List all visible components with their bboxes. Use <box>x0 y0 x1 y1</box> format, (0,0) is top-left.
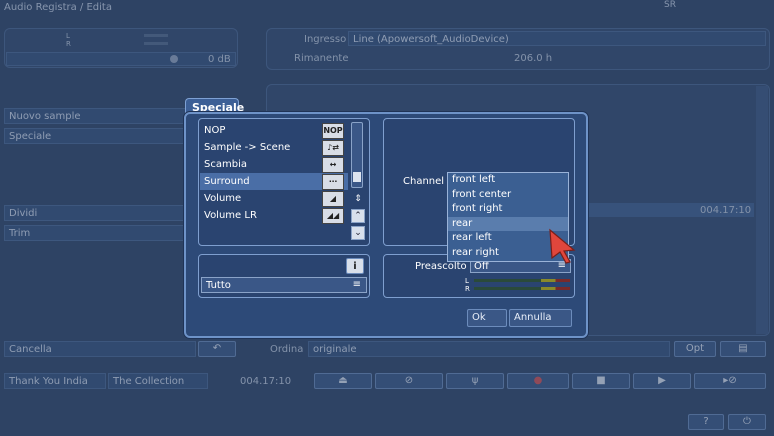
effect-label: Volume <box>204 193 242 204</box>
scope-value: Tutto <box>206 280 231 291</box>
meter-R-label: R <box>465 285 470 293</box>
sample-scene-icon: ♪⇄ <box>322 140 344 156</box>
exit-button[interactable]: ⏻ <box>728 414 766 430</box>
effect-label: NOP <box>204 125 226 136</box>
time-display: 004.17:10 <box>240 376 292 387</box>
row-time: 004.17:10 <box>700 205 752 216</box>
preview-label: Preascolto <box>415 261 467 272</box>
effect-label: Volume LR <box>204 210 257 221</box>
list-scrollbar[interactable] <box>756 86 768 334</box>
meter-bar-L <box>474 279 570 282</box>
info-icon: i <box>353 261 357 272</box>
stop-button[interactable]: ■ <box>572 373 630 389</box>
mic-button[interactable]: ψ <box>446 373 504 389</box>
db-value: 0 dB <box>208 54 231 65</box>
mouse-cursor-icon <box>549 228 576 264</box>
input-select[interactable]: Line (Apowersoft_AudioDevice) <box>348 31 766 46</box>
effect-item-volume[interactable]: Volume ◢ <box>200 190 348 207</box>
slider-knob-icon[interactable] <box>170 55 178 63</box>
channel-option-front-right[interactable]: front right <box>448 202 568 217</box>
remaining-label: Rimanente <box>294 53 349 64</box>
remaining-value: 206.0 h <box>514 53 553 64</box>
effect-item-scambia[interactable]: Scambia ↔ <box>200 156 348 173</box>
effect-label: Scambia <box>204 159 247 170</box>
channel-option-front-center[interactable]: front center <box>448 188 568 203</box>
ok-button[interactable]: Ok <box>467 309 507 327</box>
meter-bar-R <box>474 287 570 290</box>
info-button[interactable]: i <box>346 258 364 274</box>
opt-button[interactable]: Opt <box>674 341 716 357</box>
swap-icon: ↔ <box>322 157 344 173</box>
level-meter-bar-R <box>144 42 168 45</box>
window-top-right-label: SR <box>664 0 676 10</box>
help-button[interactable]: ? <box>688 414 724 430</box>
volume-lr-icon: ◢◢ <box>322 208 344 224</box>
window-title: Audio Registra / Edita <box>4 2 112 13</box>
sort-select[interactable]: originale <box>308 341 670 357</box>
level-meter-bar-L <box>144 34 168 37</box>
play-options-button[interactable]: ▸⊘ <box>694 373 766 389</box>
album-name: The Collection <box>108 373 208 389</box>
meter-L-label: L <box>465 277 469 285</box>
track-title: Thank You India <box>4 373 106 389</box>
scroll-up-button[interactable]: ⌃ <box>351 209 365 223</box>
volume-icon: ◢ <box>322 191 344 207</box>
preview-value: Off <box>474 261 489 272</box>
print-button[interactable]: ▤ <box>720 341 766 357</box>
play-button[interactable]: ▶ <box>633 373 691 389</box>
level-R-label: R <box>66 40 71 48</box>
no-record-button[interactable]: ⊘ <box>375 373 443 389</box>
eject-button[interactable]: ⏏ <box>314 373 372 389</box>
sort-label: Ordina <box>270 344 304 355</box>
effect-item-nop[interactable]: NOP NOP <box>200 122 348 139</box>
effect-item-sample-scene[interactable]: Sample -> Scene ♪⇄ <box>200 139 348 156</box>
effect-item-surround[interactable]: Surround ⋯ <box>200 173 348 190</box>
cancel-field[interactable]: Cancella <box>4 341 196 357</box>
effect-item-volume-lr[interactable]: Volume LR ◢◢ <box>200 207 348 224</box>
surround-icon: ⋯ <box>322 174 344 190</box>
level-L-label: L <box>66 32 70 40</box>
channel-option-front-left[interactable]: front left <box>448 173 568 188</box>
annulla-button[interactable]: Annulla <box>509 309 572 327</box>
volume-slider[interactable] <box>6 52 236 66</box>
scope-select[interactable]: Tutto ≡ <box>201 277 367 293</box>
scroll-thumb[interactable] <box>353 172 361 182</box>
effect-label: Surround <box>204 176 250 187</box>
input-label: Ingresso <box>304 34 347 45</box>
channel-label: Channel <box>403 176 445 187</box>
record-button[interactable]: ● <box>507 373 569 389</box>
effect-label: Sample -> Scene <box>204 142 291 153</box>
scroll-updown-icon[interactable]: ⇕ <box>351 192 365 206</box>
scroll-down-button[interactable]: ⌄ <box>351 226 365 240</box>
effect-list: NOP NOP Sample -> Scene ♪⇄ Scambia ↔ Surrou… <box>200 122 348 224</box>
menu-icon: ≡ <box>352 279 361 290</box>
undo-button[interactable]: ↶ <box>198 341 236 357</box>
nop-icon: NOP <box>322 123 344 139</box>
